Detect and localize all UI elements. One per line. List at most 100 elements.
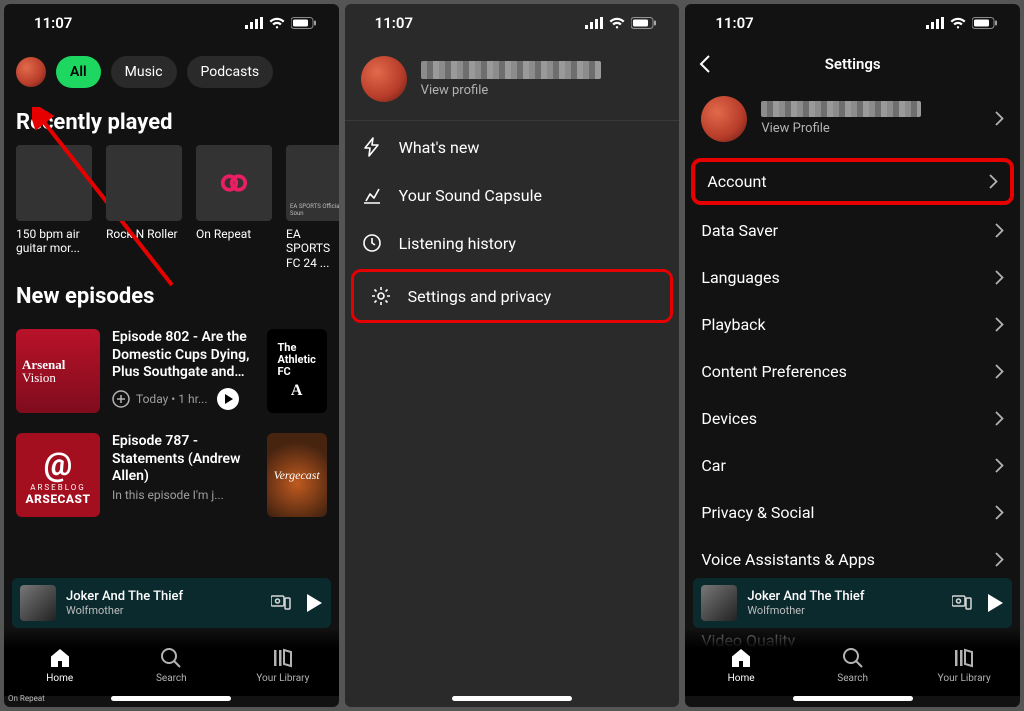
profile-avatar (701, 96, 747, 142)
filter-all[interactable]: All (56, 56, 101, 88)
episode-title: Episode 787 - Statements (Andrew Allen) (112, 433, 255, 486)
signal-icon (926, 17, 944, 29)
album-art: On Repeat (196, 145, 272, 221)
bolt-icon (362, 137, 382, 157)
status-time: 11:07 (715, 14, 753, 32)
settings-voice-assistants[interactable]: Voice Assistants & Apps (685, 536, 1020, 581)
settings-data-saver[interactable]: Data Saver (685, 207, 1020, 254)
home-filter-row: All Music Podcasts (4, 42, 339, 96)
settings-languages[interactable]: Languages (685, 254, 1020, 301)
menu-listening-history[interactable]: Listening history (345, 219, 680, 267)
signal-icon (585, 17, 603, 29)
home-indicator (111, 696, 231, 701)
home-icon (729, 646, 753, 670)
devices-icon[interactable] (271, 595, 291, 611)
nav-home[interactable]: Home (701, 646, 781, 684)
chevron-right-icon (995, 111, 1004, 126)
episodes-list: ArsenalVision Episode 802 - Are the Dome… (4, 319, 339, 527)
profile-avatar[interactable] (16, 57, 46, 87)
screen-profile-menu: 11:07 View profile What's new Your Sound… (345, 4, 680, 707)
status-time: 11:07 (34, 14, 72, 32)
bottom-nav: Home Search Your Library (4, 628, 339, 696)
bottom-nav: Home Search Your Library (685, 628, 1020, 696)
episode-art: ArsenalVision (16, 329, 100, 413)
battery-icon (291, 17, 317, 29)
status-icons (585, 17, 657, 29)
track-art (701, 585, 737, 621)
profile-header[interactable]: View profile (345, 42, 680, 120)
episode-side-art: TheAthleticFCA (267, 329, 327, 413)
chevron-right-icon (995, 223, 1004, 238)
recent-label: EA SPORTS FC 24 ... (286, 227, 339, 270)
play-icon[interactable] (986, 593, 1004, 613)
now-playing-bar[interactable]: Joker And The Thief Wolfmother (12, 578, 331, 628)
settings-account[interactable]: Account (691, 158, 1014, 205)
play-icon[interactable] (217, 388, 239, 410)
track-art (20, 585, 56, 621)
library-icon (952, 646, 976, 670)
battery-icon (972, 17, 998, 29)
settings-privacy-social[interactable]: Privacy & Social (685, 489, 1020, 536)
filter-podcasts[interactable]: Podcasts (187, 56, 274, 88)
wifi-icon (269, 17, 285, 29)
battery-icon (631, 17, 657, 29)
profile-name-redacted (421, 61, 601, 79)
filter-music[interactable]: Music (111, 56, 177, 88)
recent-item[interactable]: On Repeat On Repeat (196, 145, 272, 270)
track-title: Joker And The Thief (66, 589, 261, 604)
settings-car[interactable]: Car (685, 442, 1020, 489)
settings-list: Account Data Saver Languages Playback Co… (685, 156, 1020, 581)
home-indicator (793, 696, 913, 701)
add-icon[interactable] (112, 390, 130, 408)
recently-played-title: Recently played (4, 96, 339, 145)
signal-icon (245, 17, 263, 29)
chevron-right-icon (995, 552, 1004, 567)
settings-profile-row[interactable]: View Profile (685, 86, 1020, 156)
settings-playback[interactable]: Playback (685, 301, 1020, 348)
nav-home[interactable]: Home (20, 646, 100, 684)
album-art (16, 145, 92, 221)
devices-icon[interactable] (952, 595, 972, 611)
profile-name-redacted (761, 101, 921, 117)
wifi-icon (609, 17, 625, 29)
track-title: Joker And The Thief (747, 589, 942, 604)
nav-search[interactable]: Search (131, 646, 211, 684)
back-button[interactable] (699, 55, 711, 73)
album-art: EA SPORTS Official Soun (286, 145, 339, 221)
episode-item[interactable]: @ ARSEBLOG ARSECAST Episode 787 - Statem… (16, 423, 327, 527)
play-icon[interactable] (305, 593, 323, 613)
menu-whats-new[interactable]: What's new (345, 123, 680, 171)
episode-side-art: Vergecast (267, 433, 327, 517)
status-bar: 11:07 (685, 4, 1020, 42)
recent-label: Rock N Roller (106, 227, 182, 241)
gear-icon (371, 286, 391, 306)
history-icon (362, 233, 382, 253)
recently-played-list[interactable]: 150 bpm air guitar mor... Rock N Roller … (4, 145, 339, 270)
chevron-right-icon (989, 174, 998, 189)
nav-search[interactable]: Search (813, 646, 893, 684)
view-profile-label: View Profile (761, 121, 921, 136)
now-playing-bar[interactable]: Joker And The Thief Wolfmother (693, 578, 1012, 628)
recent-item[interactable]: 150 bpm air guitar mor... (16, 145, 92, 270)
chart-icon (362, 185, 382, 205)
menu-settings-privacy[interactable]: Settings and privacy (351, 269, 674, 323)
recent-item[interactable]: Rock N Roller (106, 145, 182, 270)
profile-avatar (361, 56, 407, 102)
recent-label: 150 bpm air guitar mor... (16, 227, 92, 256)
settings-title: Settings (825, 55, 881, 73)
chevron-right-icon (995, 458, 1004, 473)
view-profile-label: View profile (421, 83, 601, 98)
menu-sound-capsule[interactable]: Your Sound Capsule (345, 171, 680, 219)
settings-devices[interactable]: Devices (685, 395, 1020, 442)
profile-menu-list: What's new Your Sound Capsule Listening … (345, 120, 680, 325)
settings-header: Settings (685, 42, 1020, 86)
settings-content-preferences[interactable]: Content Preferences (685, 348, 1020, 395)
episode-subtitle: In this episode I'm j... (112, 488, 252, 502)
recent-item[interactable]: EA SPORTS Official Soun EA SPORTS FC 24 … (286, 145, 339, 270)
search-icon (841, 646, 865, 670)
recent-label: On Repeat (196, 227, 272, 241)
episode-item[interactable]: ArsenalVision Episode 802 - Are the Dome… (16, 319, 327, 423)
episode-meta: Today • 1 hr... (112, 388, 255, 410)
nav-library[interactable]: Your Library (243, 646, 323, 684)
nav-library[interactable]: Your Library (924, 646, 1004, 684)
